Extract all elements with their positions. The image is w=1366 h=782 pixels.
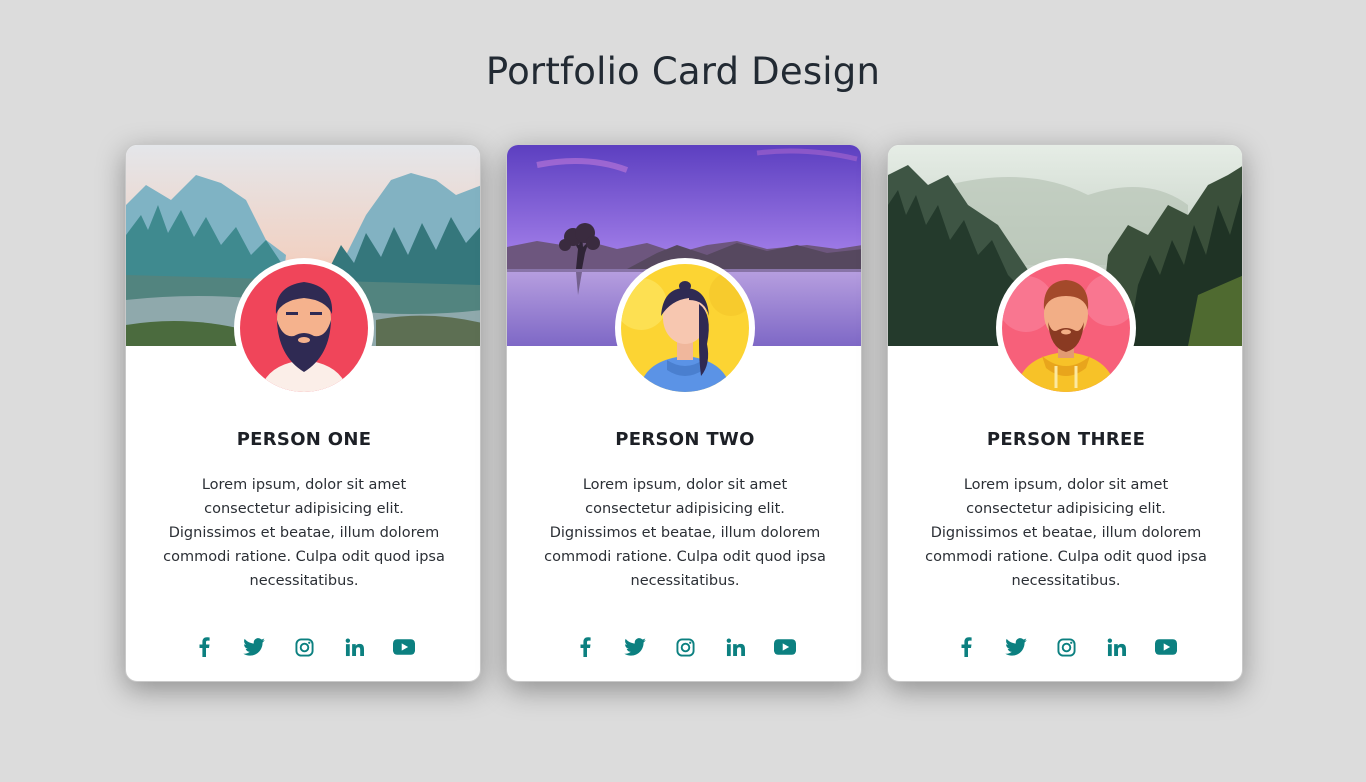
profile-card: PERSON TWO Lorem ipsum, dolor sit amet c… (506, 144, 862, 682)
linkedin-icon[interactable] (723, 635, 747, 659)
profile-card: PERSON THREE Lorem ipsum, dolor sit amet… (887, 144, 1243, 682)
card-list: PERSON ONE Lorem ipsum, dolor sit amet c… (125, 144, 1243, 682)
person-bio: Lorem ipsum, dolor sit amet consectetur … (925, 477, 1207, 589)
facebook-icon[interactable] (192, 635, 216, 659)
twitter-icon[interactable] (242, 635, 266, 659)
social-links (507, 635, 861, 659)
twitter-icon[interactable] (623, 635, 647, 659)
person-name: PERSON ONE (236, 429, 372, 450)
person-bio: Lorem ipsum, dolor sit amet consectetur … (163, 477, 445, 589)
person-bio: Lorem ipsum, dolor sit amet consectetur … (544, 477, 826, 589)
instagram-icon[interactable] (292, 635, 316, 659)
youtube-icon[interactable] (392, 635, 416, 659)
facebook-icon[interactable] (573, 635, 597, 659)
instagram-icon[interactable] (1054, 635, 1078, 659)
facebook-icon[interactable] (954, 635, 978, 659)
avatar-woman (621, 264, 749, 392)
youtube-icon[interactable] (1154, 635, 1178, 659)
twitter-icon[interactable] (1004, 635, 1028, 659)
profile-card: PERSON ONE Lorem ipsum, dolor sit amet c… (125, 144, 481, 682)
avatar-man-hoodie (1002, 264, 1130, 392)
avatar-ring (234, 258, 374, 398)
avatar-ring (615, 258, 755, 398)
instagram-icon[interactable] (673, 635, 697, 659)
page-title: Portfolio Card Design (485, 50, 881, 93)
social-links (126, 635, 480, 659)
youtube-icon[interactable] (773, 635, 797, 659)
linkedin-icon[interactable] (1104, 635, 1128, 659)
social-links (888, 635, 1242, 659)
avatar-bearded-man (240, 264, 368, 392)
avatar-ring (996, 258, 1136, 398)
linkedin-icon[interactable] (342, 635, 366, 659)
person-name: PERSON TWO (615, 429, 755, 450)
person-name: PERSON THREE (986, 429, 1146, 450)
